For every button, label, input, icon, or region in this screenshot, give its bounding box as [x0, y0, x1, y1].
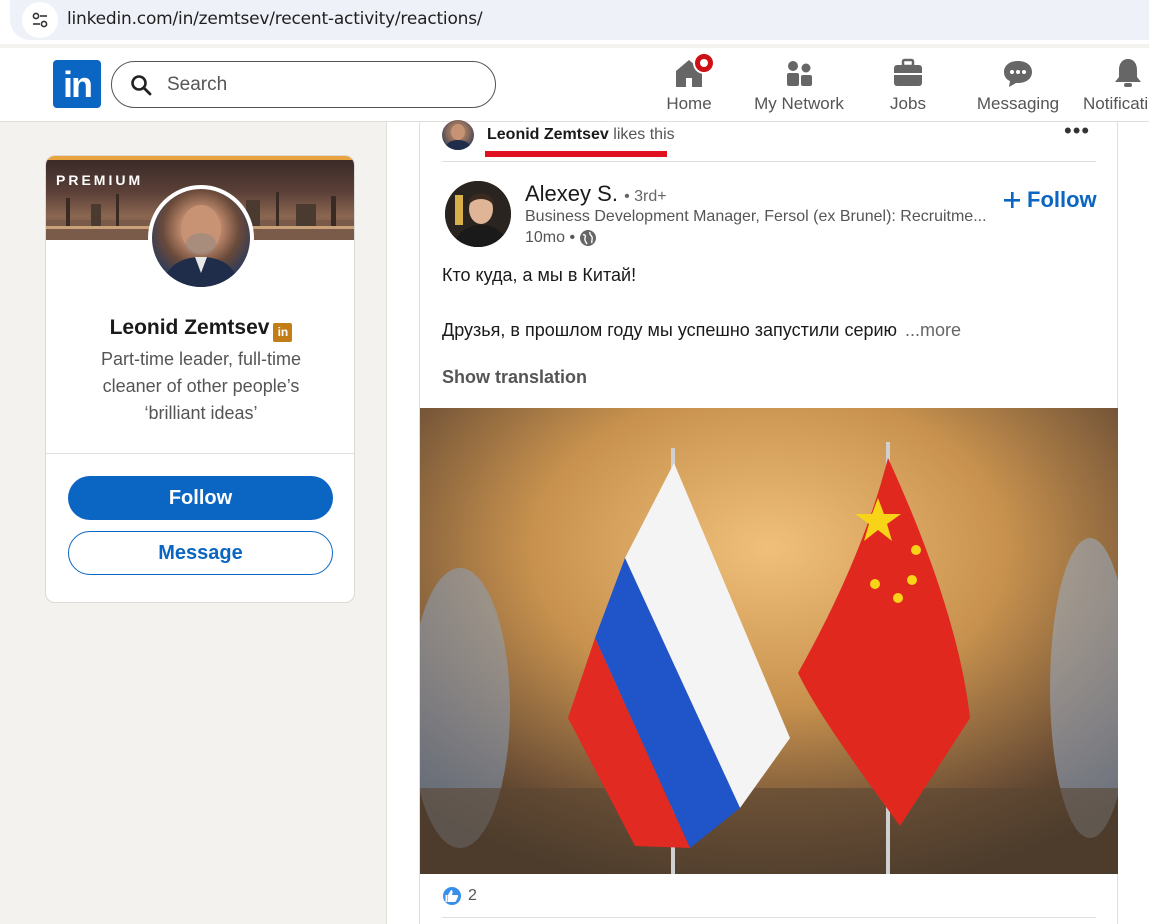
- notification-dot: [693, 52, 715, 74]
- nav-jobs[interactable]: Jobs: [884, 56, 932, 116]
- like-reaction-icon: [442, 886, 462, 906]
- divider: [442, 161, 1096, 162]
- flags-photo-graphic: [420, 408, 1118, 874]
- author-name[interactable]: Alexey S. • 3rd+: [525, 181, 667, 207]
- linkedin-logo[interactable]: in: [53, 60, 101, 108]
- activity-action: likes this: [613, 126, 675, 143]
- nav-home[interactable]: Home: [661, 52, 717, 116]
- author-title: Business Development Manager, Fersol (ex…: [525, 208, 987, 225]
- follow-button[interactable]: Follow: [68, 476, 333, 520]
- nav-home-label: Home: [666, 94, 712, 113]
- divider: [442, 917, 1096, 918]
- connection-degree: • 3rd+: [624, 188, 667, 205]
- browser-address-bar: linkedin.com/in/zemtsev/recent-activity/…: [0, 0, 1149, 44]
- actor-avatar[interactable]: [442, 120, 474, 150]
- nav-notifications-label: Notificati: [1083, 94, 1149, 113]
- message-button[interactable]: Message: [68, 531, 333, 575]
- nav-my-network[interactable]: My Network: [750, 56, 848, 116]
- nav-messaging[interactable]: Messaging: [975, 56, 1061, 116]
- top-nav: in Home My Network: [0, 48, 1149, 122]
- plus-icon: [1004, 192, 1020, 208]
- profile-headline: Part-time leader, full-time cleaner of o…: [100, 349, 302, 423]
- search-icon: [131, 75, 152, 96]
- nav-notifications[interactable]: Notificati: [1080, 56, 1149, 116]
- post-timestamp: 10mo •: [525, 229, 597, 247]
- nav-messaging-label: Messaging: [976, 94, 1060, 113]
- reaction-count: 2: [468, 887, 477, 904]
- show-translation-button[interactable]: Show translation: [442, 367, 587, 388]
- nav-jobs-label: Jobs: [890, 94, 926, 113]
- author-avatar[interactable]: [445, 181, 511, 247]
- post-text-line: Друзья, в прошлом году мы успешно запуст…: [442, 320, 962, 340]
- tune-icon: [32, 12, 48, 28]
- divider: [46, 453, 354, 454]
- highlight-underline: [485, 151, 667, 157]
- profile-name[interactable]: Leonid Zemtsev in: [46, 316, 354, 342]
- premium-label: PREMIUM: [56, 172, 144, 188]
- search-input[interactable]: [167, 62, 477, 107]
- site-info-button[interactable]: [22, 2, 58, 38]
- briefcase-icon: [891, 56, 925, 90]
- follow-author-button[interactable]: Follow: [1003, 187, 1097, 213]
- reactions-summary[interactable]: 2: [442, 886, 477, 906]
- network-icon: [782, 56, 816, 90]
- author-photo-graphic: [445, 181, 511, 247]
- premium-badge-icon: in: [273, 323, 293, 342]
- messaging-icon: [1001, 56, 1035, 90]
- profile-card: PREMIUM Leonid Zemtsev in Part-time leade…: [45, 155, 355, 603]
- profile-avatar[interactable]: [148, 185, 254, 291]
- see-more-link[interactable]: ...more: [905, 320, 961, 340]
- post-image[interactable]: [420, 408, 1118, 874]
- globe-icon: [580, 230, 597, 246]
- post-text-line: Кто куда, а мы в Китай!: [442, 265, 637, 285]
- more-options-icon[interactable]: •••: [1064, 118, 1090, 144]
- activity-header: Leonid Zemtsev likes this: [487, 126, 675, 144]
- search-box[interactable]: [111, 61, 496, 108]
- nav-my-network-label: My Network: [754, 94, 844, 113]
- actor-name[interactable]: Leonid Zemtsev: [487, 126, 609, 143]
- person-photo-graphic: [162, 205, 240, 287]
- home-icon: [672, 52, 715, 90]
- actor-photo-graphic: [444, 124, 472, 150]
- url-text[interactable]: linkedin.com/in/zemtsev/recent-activity/…: [67, 9, 483, 29]
- bell-icon: [1111, 56, 1145, 90]
